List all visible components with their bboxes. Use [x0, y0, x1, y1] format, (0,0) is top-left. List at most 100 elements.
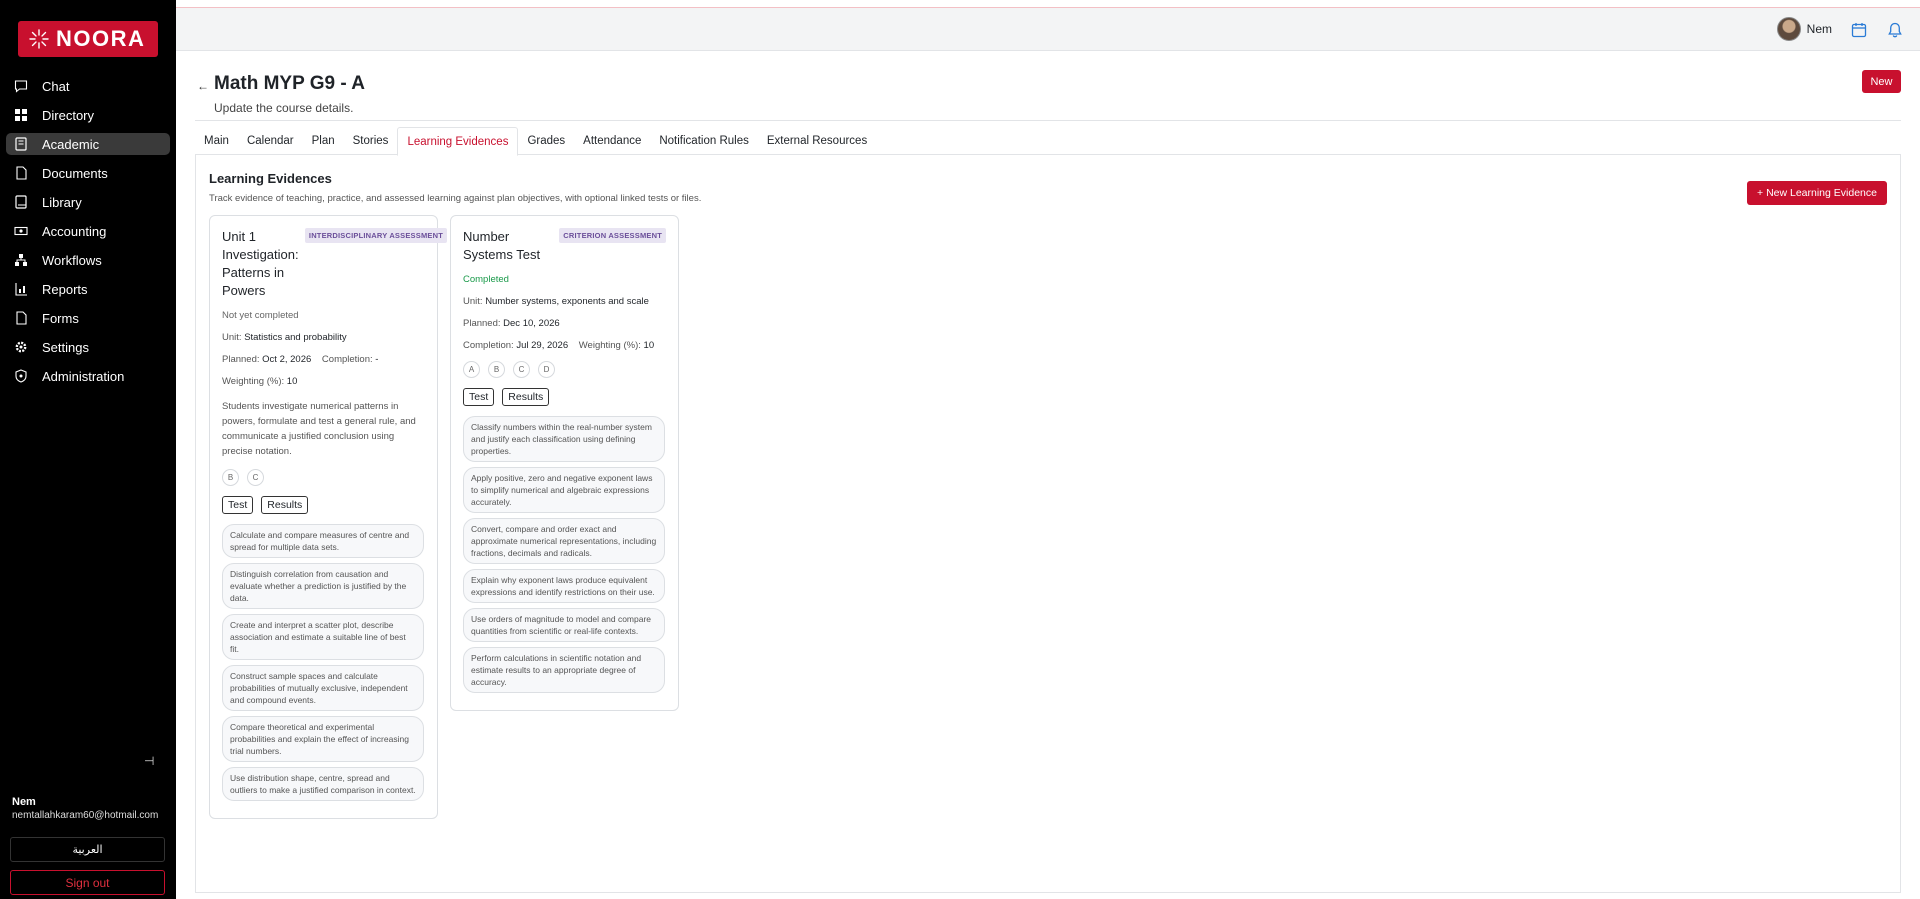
card-actions: Test Results: [463, 388, 666, 406]
language-button[interactable]: العربية: [10, 837, 165, 862]
status-text: Not yet completed: [222, 310, 299, 321]
sidebar-item-directory[interactable]: Directory: [6, 104, 170, 126]
tab-plan[interactable]: Plan: [303, 127, 344, 155]
planned-row: Planned: Dec 10, 2026: [463, 318, 666, 329]
report-icon: [14, 282, 28, 296]
unit-row: Unit: Number systems, exponents and scal…: [463, 296, 666, 307]
sidebar-item-label: Forms: [42, 310, 79, 326]
divider: [195, 120, 1901, 121]
criterion-chip: C: [247, 469, 264, 486]
sidebar-item-workflows[interactable]: Workflows: [6, 249, 170, 271]
sidebar-item-label: Workflows: [42, 252, 102, 268]
completion-value: -: [375, 354, 379, 365]
criterion-chip: C: [513, 361, 530, 378]
evidence-card[interactable]: Unit 1 Investigation: Patterns in Powers…: [209, 215, 447, 819]
sidebar-item-reports[interactable]: Reports: [6, 278, 170, 300]
results-button[interactable]: Results: [502, 388, 550, 406]
results-button[interactable]: Results: [261, 496, 309, 514]
objective-chip: Create and interpret a scatter plot, des…: [222, 614, 424, 660]
test-button[interactable]: Test: [222, 496, 254, 514]
notification-bell-icon[interactable]: [1886, 21, 1904, 39]
section-description: Track evidence of teaching, practice, an…: [209, 193, 702, 204]
objective-chip: Explain why exponent laws produce equiva…: [463, 569, 665, 603]
status-text: Completed: [463, 274, 509, 285]
logo-text: NOORA: [56, 26, 146, 51]
calendar-icon[interactable]: [1850, 21, 1868, 39]
sidebar-item-accounting[interactable]: Accounting: [6, 220, 170, 242]
objective-chip: Convert, compare and order exact and app…: [463, 518, 665, 564]
topbar-user-name: Nem: [1806, 22, 1832, 36]
sidebar-item-library[interactable]: Library: [6, 191, 170, 213]
unit-row: Unit: Statistics and probability: [222, 332, 425, 343]
sidebar-nav: Chat Directory Academic Documents Librar…: [0, 75, 176, 394]
card-title: Unit 1 Investigation: Patterns in Powers: [222, 229, 299, 298]
planned-label: Planned:: [222, 354, 260, 365]
tab-learning-evidences[interactable]: Learning Evidences: [397, 127, 519, 156]
pin-sidebar-icon[interactable]: ⊣: [144, 754, 154, 768]
workflow-icon: [14, 253, 28, 267]
sign-out-button[interactable]: Sign out: [10, 870, 165, 895]
sidebar-item-chat[interactable]: Chat: [6, 75, 170, 97]
unit-label: Unit:: [463, 296, 483, 307]
sidebar-item-settings[interactable]: Settings: [6, 336, 170, 358]
new-learning-evidence-button[interactable]: + New Learning Evidence: [1747, 181, 1887, 205]
tab-grades[interactable]: Grades: [518, 127, 574, 155]
test-button[interactable]: Test: [463, 388, 495, 406]
user-info: Nem nemtallahkaram60@hotmail.com: [12, 796, 158, 821]
objective-chip: Distinguish correlation from causation a…: [222, 563, 424, 609]
criterion-chip: D: [538, 361, 555, 378]
topbar-user-menu[interactable]: Nem: [1776, 17, 1832, 41]
grid-icon: [14, 108, 28, 122]
sidebar: NOORA Chat Directory Academic Documents …: [0, 0, 176, 899]
weighting-value: 10: [643, 340, 655, 351]
objective-chip: Construct sample spaces and calculate pr…: [222, 665, 424, 711]
sidebar-item-label: Directory: [42, 107, 95, 123]
sidebar-item-label: Accounting: [42, 223, 107, 239]
sidebar-item-label: Academic: [42, 136, 100, 152]
objective-chip: Classify numbers within the real-number …: [463, 416, 665, 462]
objective-chip: Use orders of magnitude to model and com…: [463, 608, 665, 642]
objective-chip: Use distribution shape, centre, spread a…: [222, 767, 424, 801]
criterion-chip: B: [222, 469, 239, 486]
sidebar-item-documents[interactable]: Documents: [6, 162, 170, 184]
evidence-card[interactable]: Number Systems Test CRITERION ASSESSMENT…: [450, 215, 679, 711]
criteria-list: A B C D: [463, 361, 666, 378]
objectives-list: Classify numbers within the real-number …: [463, 416, 666, 693]
tab-stories[interactable]: Stories: [344, 127, 398, 155]
tab-main[interactable]: Main: [195, 127, 238, 155]
tab-notification-rules[interactable]: Notification Rules: [650, 127, 757, 155]
noora-logo[interactable]: NOORA: [18, 21, 158, 57]
completion-row: Completion: Jul 29, 2026 Weighting (%): …: [463, 340, 666, 351]
sidebar-item-administration[interactable]: Administration: [6, 365, 170, 387]
library-icon: [14, 195, 28, 209]
avatar[interactable]: [1776, 17, 1801, 41]
sidebar-item-label: Settings: [42, 339, 89, 355]
weighting-label: Weighting (%):: [222, 376, 285, 387]
weighting-value: 10: [286, 376, 298, 387]
user-email: nemtallahkaram60@hotmail.com: [12, 810, 159, 821]
back-arrow-icon[interactable]: ←: [197, 79, 209, 93]
tab-attendance[interactable]: Attendance: [574, 127, 650, 155]
top-bar: Nem: [176, 8, 1920, 51]
unit-value: Number systems, exponents and scale: [485, 296, 649, 307]
sidebar-item-label: Reports: [42, 281, 88, 297]
sidebar-item-academic[interactable]: Academic: [6, 133, 170, 155]
book-icon: [14, 137, 28, 151]
sidebar-item-forms[interactable]: Forms: [6, 307, 170, 329]
objectives-list: Calculate and compare measures of centre…: [222, 524, 425, 801]
money-icon: [14, 224, 28, 238]
tab-calendar[interactable]: Calendar: [238, 127, 303, 155]
weighting-row: Weighting (%): 10: [222, 376, 425, 387]
objective-chip: Perform calculations in scientific notat…: [463, 647, 665, 693]
card-actions: Test Results: [222, 496, 425, 514]
assessment-type-badge: INTERDISCIPLINARY ASSESSMENT: [304, 228, 447, 243]
dates-row: Planned: Oct 2, 2026 Completion: -: [222, 354, 425, 365]
assessment-type-badge: CRITERION ASSESSMENT: [559, 228, 666, 243]
card-description: Students investigate numerical patterns …: [222, 401, 416, 457]
objective-chip: Compare theoretical and experimental pro…: [222, 716, 424, 762]
user-name: Nem: [12, 796, 36, 808]
gear-icon: [14, 340, 28, 354]
new-button[interactable]: New: [1862, 70, 1901, 93]
chat-icon: [14, 79, 28, 93]
tab-external-resources[interactable]: External Resources: [758, 127, 876, 155]
